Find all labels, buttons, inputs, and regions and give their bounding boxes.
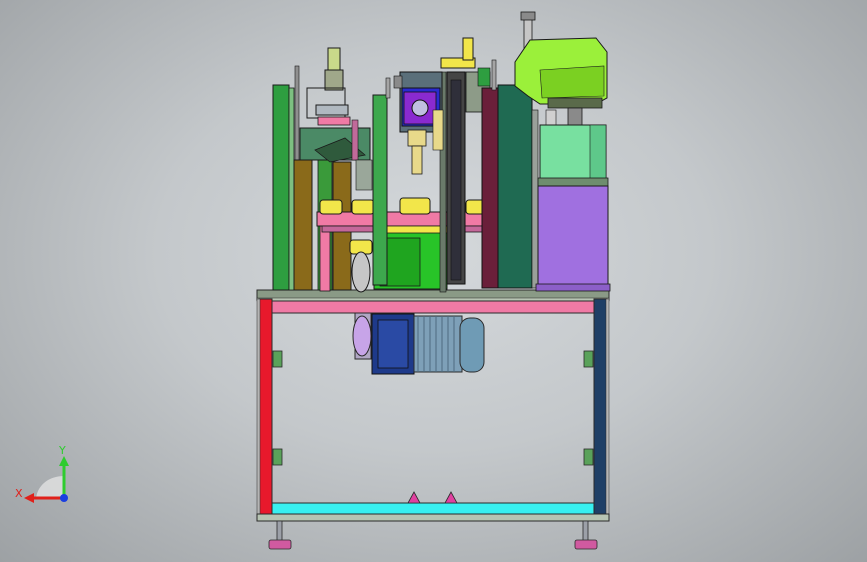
motor-end-cap: [459, 317, 485, 373]
fixture-1: [319, 199, 343, 215]
tool-head-tip: [411, 145, 423, 175]
orientation-triad[interactable]: X Y: [12, 440, 74, 510]
pink-post: [319, 224, 331, 292]
frame-bracket-right-lower: [583, 448, 594, 466]
fixture-2: [351, 199, 375, 215]
pulley-left: [351, 251, 371, 293]
frame-bracket-right-upper: [583, 350, 594, 368]
tool-head-top: [393, 75, 403, 89]
spindle-pink-ring: [317, 116, 351, 126]
frame-cone-left: [407, 491, 421, 504]
drive-motor[interactable]: [352, 312, 485, 375]
leveling-feet: [268, 520, 598, 550]
motor-gearbox-face: [377, 319, 409, 369]
frame-bracket-left-upper: [272, 350, 283, 368]
triad-x-arrow: [24, 493, 34, 503]
tower-side-green: [477, 67, 491, 87]
dark-green-panel: [497, 84, 533, 289]
triad-y-arrow: [59, 456, 69, 466]
triad-y-label: Y: [58, 444, 66, 457]
robot-joint-plate: [547, 97, 603, 109]
rod-c: [491, 59, 497, 91]
frame-cyan-beam: [271, 502, 595, 515]
triad-x-label: X: [15, 487, 23, 500]
tool-head-spindle: [411, 99, 429, 117]
left-green-panel: [272, 84, 290, 291]
motor-flange: [352, 315, 372, 357]
frame-pink-beam: [271, 300, 595, 314]
thin-strip-right: [531, 109, 539, 289]
robot-column: [567, 107, 583, 127]
foot-right-pad: [574, 539, 598, 550]
spindle-guide: [351, 119, 359, 161]
left-spindle-tower[interactable]: [299, 47, 371, 163]
foot-left-stem: [276, 520, 283, 542]
frame-bracket-left-lower: [272, 448, 283, 466]
frame-red-leg: [258, 298, 273, 518]
center-gear-housing[interactable]: [351, 225, 448, 293]
maroon-panel: [481, 87, 499, 289]
rod-b: [355, 159, 373, 191]
robot-base-cut: [589, 124, 607, 180]
left-bracket-thin: [294, 65, 300, 167]
robot-small-tool: [545, 109, 557, 127]
assembly-model[interactable]: [0, 0, 867, 562]
frame-left-rail: [256, 298, 261, 522]
tool-head-nozzle: [407, 129, 427, 147]
olive-column-left: [293, 159, 313, 291]
triad-shadow: [36, 476, 64, 498]
tower-dark-inner: [450, 79, 462, 281]
foot-right-stem: [582, 520, 589, 542]
left-green-panel-edge: [288, 87, 295, 291]
mid-green-panel: [372, 94, 388, 286]
tower-yellow-post: [462, 37, 474, 61]
foot-left-pad: [268, 539, 292, 550]
frame-cone-right: [444, 491, 458, 504]
robot-screw-top: [520, 11, 536, 21]
robot-arm-shade: [539, 65, 605, 99]
right-panels[interactable]: [481, 84, 539, 289]
spindle-disk: [315, 104, 349, 116]
triad-z-dot: [60, 494, 68, 502]
spindle-body: [324, 69, 344, 91]
frame-navy-leg: [593, 298, 608, 518]
left-panel-group[interactable]: [272, 65, 352, 292]
robot-pedestal: [537, 185, 609, 289]
cad-viewport[interactable]: X Y: [0, 0, 867, 562]
tool-side-bracket: [432, 109, 444, 151]
frame-bottom-plate: [256, 513, 610, 522]
spindle-top-cap: [327, 47, 341, 71]
motor-body: [413, 315, 463, 373]
frame-right-rail: [605, 298, 610, 522]
robot-pedestal-base: [535, 283, 611, 292]
rod-a: [385, 77, 391, 99]
fixture-3: [399, 197, 431, 215]
robot-base-band: [537, 177, 609, 187]
